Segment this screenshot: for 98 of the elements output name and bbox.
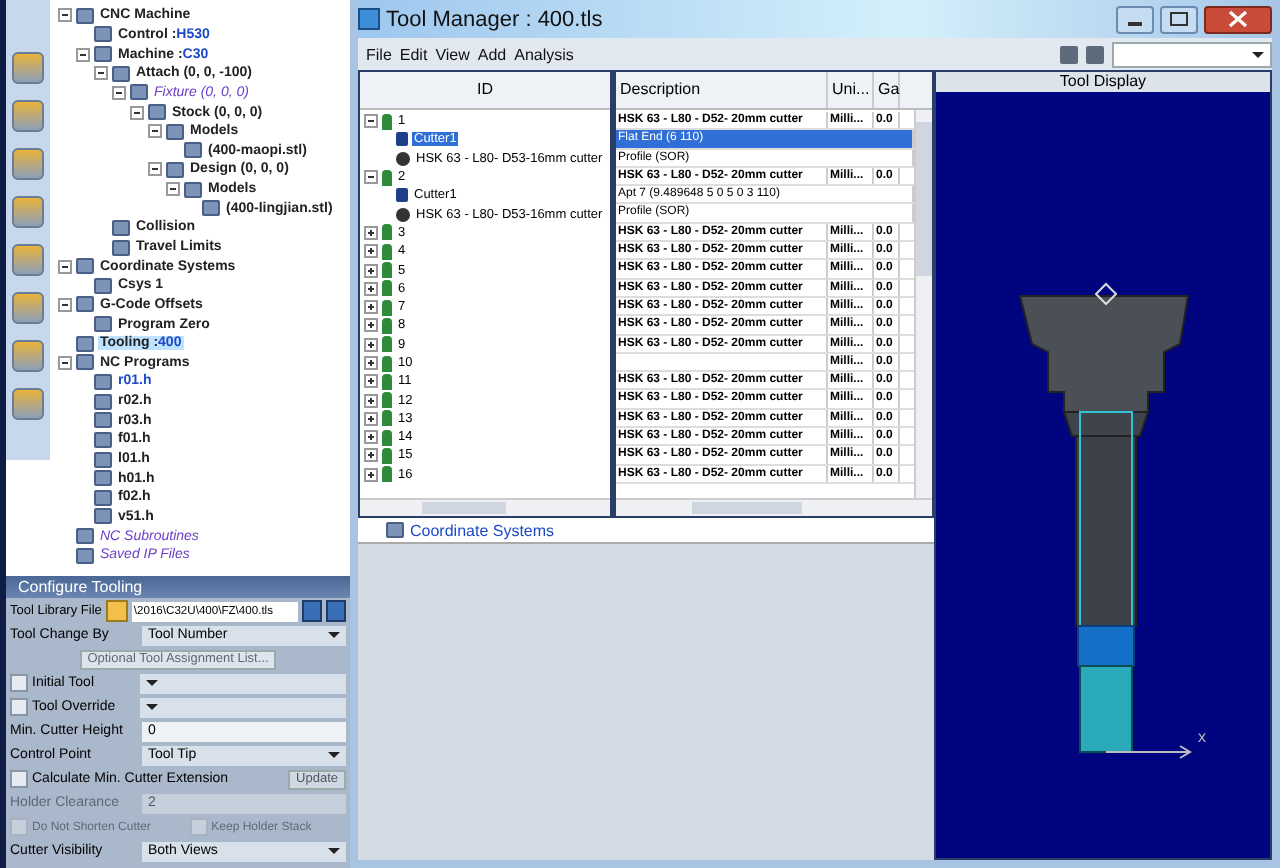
tree-node-icon — [94, 489, 112, 506]
collapse-toggle-icon[interactable] — [148, 162, 162, 177]
caret-icon — [328, 752, 340, 758]
tree-node-icon — [76, 7, 94, 24]
tree-node-icon — [94, 277, 112, 294]
expand-toggle-icon[interactable] — [364, 430, 378, 445]
collapse-toggle-icon[interactable] — [166, 182, 180, 197]
tree-node-icon — [166, 161, 184, 178]
tree-node-icon — [94, 46, 112, 63]
collapse-toggle-icon[interactable] — [94, 66, 108, 81]
expand-toggle-icon[interactable] — [364, 318, 378, 333]
tree-node-icon — [112, 239, 130, 255]
panel-title: Tool Display — [936, 72, 1270, 92]
expand-toggle-icon[interactable] — [364, 281, 378, 296]
collapse-toggle-icon[interactable] — [58, 355, 72, 370]
tree-node-icon — [94, 393, 112, 410]
scrollbar[interactable] — [616, 498, 932, 516]
checkbox[interactable] — [10, 770, 28, 788]
tree-node-icon — [94, 412, 112, 429]
axis-arrow — [1105, 745, 1192, 759]
expand-toggle-icon[interactable] — [364, 411, 378, 426]
expand-toggle-icon[interactable] — [364, 263, 378, 278]
square-icon[interactable] — [12, 340, 44, 372]
scrollbar[interactable] — [360, 498, 610, 516]
square-icon[interactable] — [12, 100, 44, 132]
collapse-toggle-icon[interactable] — [112, 85, 126, 100]
menu-item[interactable]: View — [435, 45, 470, 63]
collapse-toggle-icon[interactable] — [58, 8, 72, 23]
tree-node-icon — [76, 258, 94, 275]
collapse-toggle-icon[interactable] — [58, 297, 72, 312]
panel-title: Configure Tooling — [6, 576, 350, 598]
square-icon[interactable] — [12, 52, 44, 84]
tree-node-icon — [166, 123, 184, 140]
close-icon[interactable] — [1204, 5, 1272, 33]
expand-toggle-icon[interactable] — [364, 374, 378, 389]
caret-icon — [328, 848, 340, 854]
square-icon[interactable] — [12, 148, 44, 180]
tree-node-icon — [184, 181, 202, 198]
tree-node-icon — [76, 335, 94, 352]
expand-toggle-icon[interactable] — [364, 170, 378, 185]
expand-toggle-icon[interactable] — [364, 356, 378, 370]
expand-toggle-icon[interactable] — [364, 114, 378, 129]
maximize-icon[interactable] — [1160, 5, 1198, 33]
tree-node-icon — [94, 316, 112, 333]
tree-item[interactable]: Coordinate Systems — [410, 521, 555, 539]
tree-node-icon — [94, 373, 112, 390]
tree-node-icon — [76, 354, 94, 371]
caret-icon — [146, 680, 158, 686]
tree-node-icon — [386, 522, 404, 538]
window-title: Tool Manager : 400.tls — [386, 7, 605, 31]
tree-node-icon — [94, 26, 112, 43]
menu-item[interactable]: File — [366, 45, 392, 63]
square-icon[interactable] — [12, 388, 44, 420]
tree-node-icon — [94, 470, 112, 487]
column-header[interactable]: ID — [360, 72, 610, 110]
collapse-toggle-icon[interactable] — [130, 105, 144, 120]
collapse-toggle-icon[interactable] — [58, 259, 72, 274]
column-header[interactable]: Uni... — [828, 72, 874, 108]
collapse-toggle-icon[interactable] — [148, 124, 162, 139]
expand-toggle-icon[interactable] — [364, 300, 378, 315]
caret-icon — [328, 632, 340, 638]
square-icon[interactable] — [12, 292, 44, 324]
checkbox[interactable] — [10, 674, 28, 692]
tool-icon — [382, 113, 392, 130]
tree-node-icon — [130, 84, 148, 101]
tree-node-icon — [112, 65, 130, 82]
expand-toggle-icon[interactable] — [364, 448, 378, 463]
collapse-toggle-icon[interactable] — [76, 47, 90, 62]
tree-node-icon — [184, 142, 202, 159]
tree-node-icon — [94, 431, 112, 448]
menu-item[interactable]: Edit — [399, 45, 428, 63]
tool-icon — [382, 169, 392, 186]
expand-toggle-icon[interactable] — [364, 244, 378, 259]
axis-label: x — [1198, 728, 1206, 746]
tree-node-icon — [112, 219, 130, 236]
scrollbar[interactable] — [914, 110, 932, 498]
menu-item[interactable]: Analysis — [514, 45, 574, 63]
expand-toggle-icon[interactable] — [364, 393, 378, 408]
tree-node-icon — [94, 508, 112, 525]
expand-toggle-icon[interactable] — [364, 337, 378, 352]
app-icon — [358, 8, 380, 30]
tree-node-icon — [76, 528, 94, 545]
tree-node-icon — [202, 200, 220, 217]
checkbox[interactable] — [10, 698, 28, 716]
tree-node-icon — [94, 451, 112, 468]
minimize-icon[interactable] — [1116, 5, 1154, 33]
menu-item[interactable]: Add — [477, 45, 507, 63]
column-header[interactable]: Ga — [874, 72, 900, 108]
tree-node-icon — [76, 547, 94, 564]
square-icon[interactable] — [12, 244, 44, 276]
caret-icon — [146, 704, 158, 710]
tree-node-icon — [76, 296, 94, 313]
expand-toggle-icon[interactable] — [364, 467, 378, 482]
tree-node-icon — [148, 104, 166, 121]
square-icon[interactable] — [12, 196, 44, 228]
expand-toggle-icon[interactable] — [364, 225, 378, 240]
caret-icon — [1252, 51, 1264, 57]
column-header[interactable]: Description — [616, 72, 828, 108]
